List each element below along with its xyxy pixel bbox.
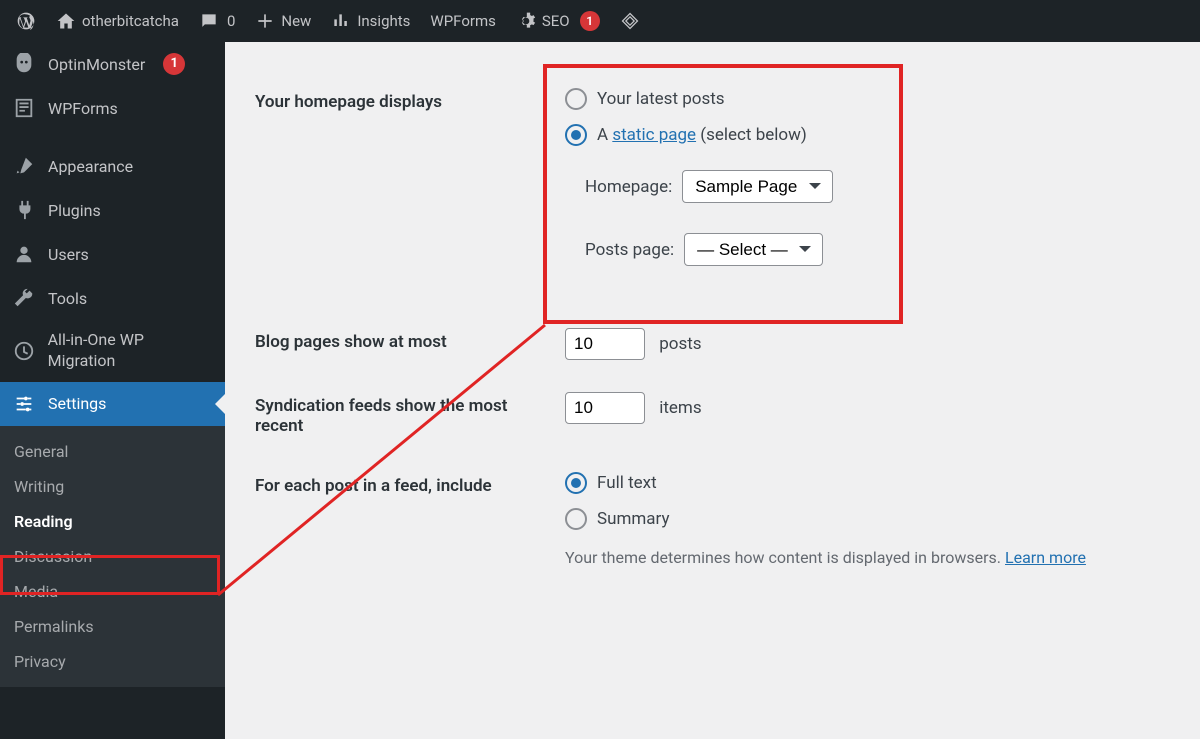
comment-icon <box>199 11 219 31</box>
comments-count: 0 <box>227 12 235 30</box>
radio-summary-input[interactable] <box>565 508 587 530</box>
wpforms-icon <box>12 96 36 120</box>
sub-item-writing[interactable]: Writing <box>0 469 225 504</box>
homepage-select-label: Homepage: <box>585 177 672 197</box>
radio-latest-posts[interactable]: Your latest posts <box>565 88 1166 110</box>
plug-icon <box>12 198 36 222</box>
radio-full-text[interactable]: Full text <box>565 472 1166 494</box>
seo-link[interactable]: SEO 1 <box>506 0 610 42</box>
row-label-syndication: Syndication feeds show the most recent <box>255 376 555 456</box>
new-label: New <box>281 12 311 30</box>
sidebar-item-users[interactable]: Users <box>0 232 225 276</box>
admin-bar: otherbitcatcha 0 New Insights WPForms SE… <box>0 0 1200 42</box>
sidebar-item-settings[interactable]: Settings <box>0 382 225 426</box>
radio-summary-label: Summary <box>597 509 669 529</box>
syndication-input[interactable] <box>565 392 645 424</box>
sidebar-item-tools[interactable]: Tools <box>0 276 225 320</box>
radio-latest-posts-input[interactable] <box>565 88 587 110</box>
radio-static-prefix: A <box>597 125 612 145</box>
sub-item-general[interactable]: General <box>0 434 225 469</box>
notification-badge: 1 <box>163 53 185 75</box>
plus-icon <box>255 11 275 31</box>
comments-link[interactable]: 0 <box>189 0 245 42</box>
wpforms-link[interactable]: WPForms <box>420 0 505 42</box>
sidebar-item-migration[interactable]: All-in-One WP Migration <box>0 320 225 382</box>
sidebar-item-label: All-in-One WP Migration <box>48 330 213 372</box>
brush-icon <box>12 154 36 178</box>
new-content-link[interactable]: New <box>245 0 321 42</box>
radio-latest-posts-label: Your latest posts <box>597 89 725 109</box>
sidebar-item-label: Settings <box>48 394 106 413</box>
sidebar-item-label: Appearance <box>48 157 133 176</box>
sidebar-item-label: Users <box>48 245 89 264</box>
sidebar-item-label: Tools <box>48 289 87 308</box>
radio-static-suffix: (select below) <box>696 125 807 145</box>
static-page-link[interactable]: static page <box>612 125 696 145</box>
radio-summary[interactable]: Summary <box>565 508 1166 530</box>
sub-item-privacy[interactable]: Privacy <box>0 644 225 679</box>
radio-full-text-label: Full text <box>597 473 657 493</box>
blog-pages-unit: posts <box>659 334 701 354</box>
seo-badge: 1 <box>580 11 600 31</box>
syndication-unit: items <box>659 398 701 418</box>
posts-page-select-label: Posts page: <box>585 240 674 260</box>
sidebar-item-wpforms[interactable]: WPForms <box>0 86 225 130</box>
sidebar-item-plugins[interactable]: Plugins <box>0 188 225 232</box>
wrench-icon <box>12 286 36 310</box>
insights-link[interactable]: Insights <box>321 0 420 42</box>
radio-static-page[interactable]: A static page (select below) <box>565 124 1166 146</box>
sidebar-item-appearance[interactable]: Appearance <box>0 144 225 188</box>
wp-logo[interactable] <box>6 0 46 42</box>
settings-submenu: General Writing Reading Discussion Media… <box>0 426 225 687</box>
feed-description: Your theme determines how content is dis… <box>565 548 1166 567</box>
posts-page-select[interactable]: — Select — <box>684 233 823 266</box>
sidebar-item-label: WPForms <box>48 99 118 118</box>
sidebar-item-optinmonster[interactable]: OptinMonster 1 <box>0 42 225 86</box>
seo-label: SEO <box>542 12 570 30</box>
learn-more-link[interactable]: Learn more <box>1005 548 1086 567</box>
user-icon <box>12 242 36 266</box>
sub-item-permalinks[interactable]: Permalinks <box>0 609 225 644</box>
diamond-icon <box>620 11 640 31</box>
bar-chart-icon <box>331 11 351 31</box>
migration-icon <box>12 339 36 363</box>
row-label-blog-pages: Blog pages show at most <box>255 312 555 376</box>
settings-form-table: Your homepage displays Your latest posts… <box>255 72 1176 583</box>
insights-label: Insights <box>357 12 410 30</box>
gear-icon <box>516 11 536 31</box>
extra-item[interactable] <box>610 0 650 42</box>
wordpress-icon <box>16 11 36 31</box>
sub-item-media[interactable]: Media <box>0 574 225 609</box>
sidebar-item-label: OptinMonster <box>48 55 145 74</box>
radio-static-page-input[interactable] <box>565 124 587 146</box>
row-label-feed-include: For each post in a feed, include <box>255 456 555 583</box>
sub-item-reading[interactable]: Reading <box>0 504 225 539</box>
blog-pages-input[interactable] <box>565 328 645 360</box>
sub-item-discussion[interactable]: Discussion <box>0 539 225 574</box>
settings-reading-page: Your homepage displays Your latest posts… <box>225 42 1200 739</box>
site-name-text: otherbitcatcha <box>82 12 179 30</box>
radio-full-text-input[interactable] <box>565 472 587 494</box>
row-label-homepage-displays: Your homepage displays <box>255 72 555 312</box>
site-name-link[interactable]: otherbitcatcha <box>46 0 189 42</box>
home-icon <box>56 11 76 31</box>
sliders-icon <box>12 392 36 416</box>
admin-sidebar: OptinMonster 1 WPForms Appearance Plugin… <box>0 42 225 739</box>
monster-icon <box>12 52 36 76</box>
sidebar-item-label: Plugins <box>48 201 101 220</box>
wpforms-label: WPForms <box>430 12 495 30</box>
homepage-select[interactable]: Sample Page <box>682 170 833 203</box>
